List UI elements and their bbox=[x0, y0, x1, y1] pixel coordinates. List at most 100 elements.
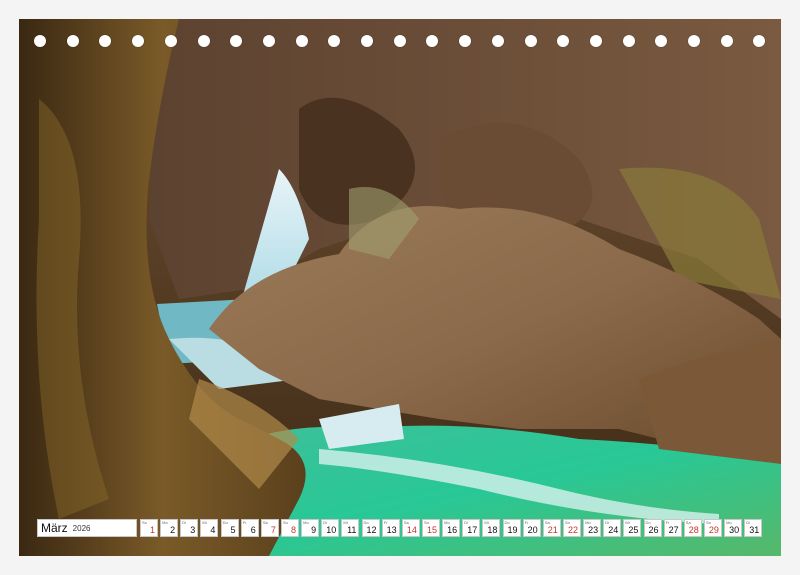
binding-hole bbox=[589, 35, 602, 47]
weekday-abbr: Di bbox=[182, 520, 187, 525]
day-cell: Sa 28 bbox=[683, 519, 702, 537]
day-cell: Sa 7 bbox=[260, 519, 279, 537]
binding-hole bbox=[393, 35, 406, 47]
day-number: 8 bbox=[290, 525, 296, 535]
binding-hole bbox=[230, 35, 243, 47]
day-number: 10 bbox=[326, 525, 337, 535]
day-number: 3 bbox=[190, 525, 196, 535]
day-cell: So 29 bbox=[703, 519, 722, 537]
day-number: 25 bbox=[628, 525, 639, 535]
weekday-abbr: Sa bbox=[262, 520, 268, 525]
day-cell: Fr 6 bbox=[240, 519, 259, 537]
binding-hole bbox=[622, 35, 635, 47]
day-number: 2 bbox=[170, 525, 176, 535]
spiral-binding-holes bbox=[0, 35, 800, 49]
binding-hole bbox=[491, 35, 504, 47]
day-number: 9 bbox=[311, 525, 317, 535]
day-cell: Di 31 bbox=[744, 519, 763, 537]
weekday-abbr: So bbox=[282, 520, 288, 525]
day-number: 27 bbox=[668, 525, 679, 535]
day-cell: Mo 9 bbox=[301, 519, 320, 537]
day-number: 15 bbox=[426, 525, 437, 535]
month-label: März 2026 bbox=[37, 519, 137, 537]
day-cell: Sa 14 bbox=[401, 519, 420, 537]
day-cell: Fr 13 bbox=[381, 519, 400, 537]
day-cell: Mi 18 bbox=[482, 519, 501, 537]
day-number: 22 bbox=[567, 525, 578, 535]
day-cell: Do 26 bbox=[643, 519, 662, 537]
binding-hole bbox=[197, 35, 210, 47]
day-number: 21 bbox=[547, 525, 558, 535]
day-cell: Do 5 bbox=[220, 519, 239, 537]
day-cell: Do 12 bbox=[361, 519, 380, 537]
day-number: 18 bbox=[487, 525, 498, 535]
binding-hole bbox=[524, 35, 537, 47]
day-number: 6 bbox=[250, 525, 256, 535]
binding-hole bbox=[655, 35, 668, 47]
weekday-abbr: Mi bbox=[202, 520, 207, 525]
day-number: 23 bbox=[588, 525, 599, 535]
day-cell: So 1 bbox=[140, 519, 158, 537]
day-cell: Mo 2 bbox=[160, 519, 179, 537]
binding-hole bbox=[361, 35, 373, 47]
day-cell: Sa 21 bbox=[542, 519, 561, 537]
day-cell: So 15 bbox=[421, 519, 440, 537]
day-cell: Di 10 bbox=[321, 519, 340, 537]
day-number: 31 bbox=[749, 525, 760, 535]
day-cell: Di 3 bbox=[180, 519, 199, 537]
binding-hole bbox=[426, 35, 439, 47]
binding-hole bbox=[132, 35, 145, 47]
day-cell: Mo 16 bbox=[442, 519, 461, 537]
weekday-abbr: So bbox=[142, 520, 147, 525]
year-label: 2026 bbox=[72, 523, 91, 533]
day-number: 13 bbox=[386, 525, 397, 535]
binding-hole bbox=[328, 35, 341, 47]
day-number: 28 bbox=[688, 525, 699, 535]
day-number: 14 bbox=[406, 525, 417, 535]
day-cell: So 22 bbox=[562, 519, 581, 537]
day-cell: Mo 23 bbox=[583, 519, 602, 537]
day-number: 16 bbox=[447, 525, 458, 535]
binding-hole bbox=[164, 35, 177, 47]
day-cell: Di 17 bbox=[462, 519, 481, 537]
gorge-waterfall-photo bbox=[19, 19, 781, 556]
day-number: 12 bbox=[366, 525, 377, 535]
binding-hole bbox=[753, 35, 766, 47]
day-number: 17 bbox=[467, 525, 478, 535]
day-cell: Do 19 bbox=[502, 519, 521, 537]
calendar-strip: März 2026 So 1 Mo 2 Di 3 Mi 4 Do 5 Fr 6 Sa 7 So 8 Mo 9 Di 1… bbox=[37, 519, 764, 539]
day-cell: Fr 20 bbox=[522, 519, 541, 537]
day-number: 24 bbox=[608, 525, 619, 535]
binding-hole bbox=[262, 35, 275, 47]
day-number: 7 bbox=[270, 525, 276, 535]
binding-hole bbox=[459, 35, 472, 47]
day-cell: Fr 27 bbox=[663, 519, 682, 537]
day-number: 30 bbox=[729, 525, 740, 535]
calendar-page: März 2026 So 1 Mo 2 Di 3 Mi 4 Do 5 Fr 6 Sa 7 So 8 Mo 9 Di 1… bbox=[0, 0, 800, 575]
day-cell: Mi 25 bbox=[623, 519, 642, 537]
weekday-abbr: Fr bbox=[242, 520, 247, 525]
day-number: 11 bbox=[347, 525, 357, 535]
day-cell: Di 24 bbox=[603, 519, 622, 537]
day-number: 29 bbox=[708, 525, 719, 535]
binding-hole bbox=[34, 35, 46, 47]
weekday-abbr: Do bbox=[222, 520, 228, 525]
day-cell: So 8 bbox=[280, 519, 299, 537]
day-number: 20 bbox=[527, 525, 538, 535]
day-number: 4 bbox=[210, 525, 216, 535]
day-cell: Mo 30 bbox=[724, 519, 743, 537]
binding-hole bbox=[720, 35, 733, 47]
month-name: März bbox=[41, 521, 68, 535]
weekday-abbr: Mo bbox=[303, 520, 309, 525]
day-number: 5 bbox=[230, 525, 236, 535]
day-number: 1 bbox=[149, 525, 155, 535]
binding-hole bbox=[99, 35, 112, 47]
binding-hole bbox=[66, 35, 79, 47]
binding-hole bbox=[295, 35, 308, 47]
weekday-abbr: Mo bbox=[162, 520, 168, 525]
day-cell: Mi 4 bbox=[200, 519, 219, 537]
day-cells: So 1 Mo 2 Di 3 Mi 4 Do 5 Fr 6 Sa 7 So 8 Mo 9 Di 10 Mi 11 Do 12 F… bbox=[140, 519, 764, 539]
binding-hole bbox=[688, 35, 700, 47]
binding-hole bbox=[557, 35, 570, 47]
day-number: 19 bbox=[507, 525, 518, 535]
